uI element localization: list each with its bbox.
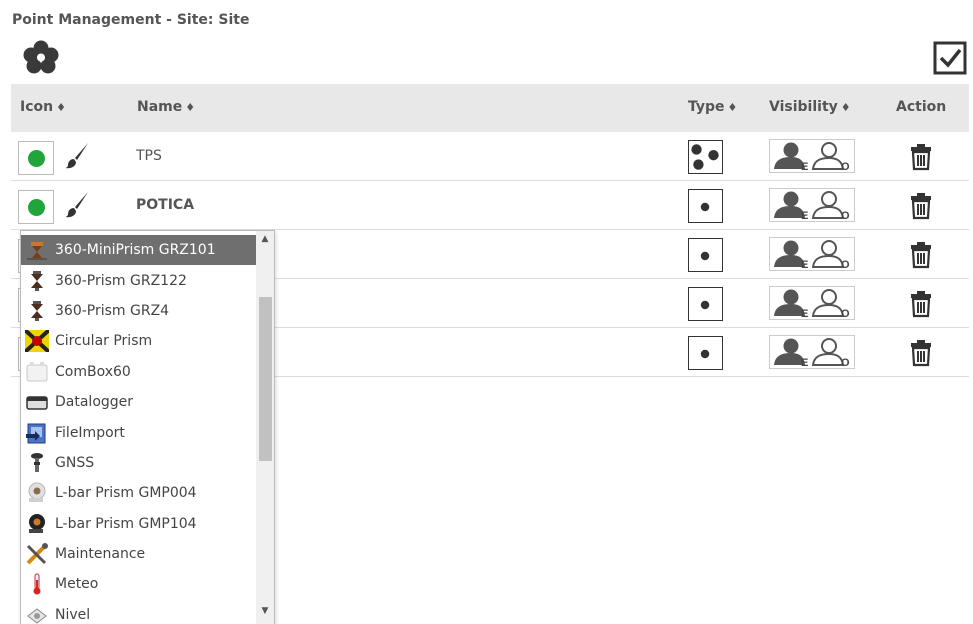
dropdown-item[interactable]: Nivel [21, 600, 257, 624]
circular-prism-icon [23, 328, 51, 354]
scrollbar[interactable]: ▲ ▼ [256, 231, 274, 624]
dropdown-item-label: Nivel [55, 606, 91, 623]
dropdown-item-label: 360-MiniPrism GRZ101 [55, 242, 216, 259]
dropdown-item[interactable]: 360-Prism GRZ4 [21, 296, 257, 326]
nivel-icon [25, 604, 49, 624]
table-row: TPS E O [11, 132, 969, 181]
dropdown-item[interactable]: L-bar Prism GMP004 [21, 478, 257, 508]
svg-text:E: E [801, 210, 808, 222]
svg-text:E: E [801, 308, 808, 320]
brush-icon[interactable] [64, 190, 90, 218]
mini-prism-icon [25, 239, 49, 261]
brush-icon[interactable] [64, 141, 90, 169]
scroll-up-arrow-icon[interactable]: ▲ [256, 231, 274, 247]
dropdown-item[interactable]: GNSS [21, 448, 257, 478]
multi-dot-icon[interactable] [688, 140, 723, 174]
dropdown-item[interactable]: Meteo [21, 569, 257, 599]
header-icon[interactable]: Icon ♦ [20, 99, 66, 115]
svg-text:O: O [841, 357, 850, 369]
point-name: TPS [136, 148, 162, 164]
dropdown-item[interactable]: Circular Prism [21, 326, 257, 356]
l-bar-prism-dark-icon [25, 513, 49, 535]
dropdown-item[interactable]: L-bar Prism GMP104 [21, 509, 257, 539]
single-dot-icon[interactable] [688, 238, 723, 272]
status-dot-icon [27, 149, 45, 167]
dropdown-item-label: 360-Prism GRZ4 [55, 302, 170, 319]
visibility-toggle[interactable]: EO [769, 237, 855, 271]
header-visibility[interactable]: Visibility ♦ [769, 99, 851, 115]
svg-text:O: O [841, 161, 850, 173]
dropdown-item[interactable]: Datalogger [21, 387, 257, 417]
dropdown-item[interactable]: 360-MiniPrism GRZ101 [21, 235, 257, 266]
single-dot-icon[interactable] [688, 189, 723, 223]
point-icon-button[interactable] [18, 190, 54, 224]
trash-icon[interactable] [910, 143, 932, 171]
datalogger-icon [25, 391, 49, 413]
visibility-toggle[interactable]: EO [769, 188, 855, 222]
visibility-toggle[interactable]: EO [769, 139, 855, 173]
dropdown-item-label: Maintenance [55, 546, 146, 563]
dropdown-item[interactable]: Maintenance [21, 539, 257, 569]
visibility-toggle[interactable]: EO [769, 286, 855, 320]
thermometer-icon [25, 573, 49, 595]
gnss-icon [25, 452, 49, 474]
dropdown-item-label: Meteo [55, 576, 99, 593]
visibility-users-icon[interactable]: EO [769, 139, 855, 173]
page-title: Point Management - Site: Site [12, 12, 250, 28]
trash-icon[interactable] [910, 241, 932, 269]
svg-text:E: E [801, 259, 808, 271]
visibility-users-icon[interactable]: EO [769, 188, 855, 222]
table-header: Icon ♦ Name ♦ Type ♦ Visibility ♦ Action [11, 84, 969, 132]
visibility-users-icon[interactable]: EO [769, 335, 855, 369]
prism-icon [25, 270, 49, 292]
sort-icon: ♦ [727, 100, 738, 114]
trash-icon[interactable] [910, 290, 932, 318]
single-dot-icon[interactable] [688, 287, 723, 321]
dropdown-item-label: ComBox60 [55, 363, 131, 380]
dropdown-item-label: GNSS [55, 454, 95, 471]
header-type[interactable]: Type ♦ [688, 99, 737, 115]
single-dot-icon[interactable] [688, 336, 723, 370]
dropdown-item[interactable]: ComBox60 [21, 357, 257, 387]
status-dot-icon [27, 198, 45, 216]
maintenance-icon [25, 543, 49, 565]
visibility-users-icon[interactable]: EO [769, 237, 855, 271]
table-row: POTICA E O [11, 181, 969, 230]
dropdown-item-label: 360-Prism GRZ122 [55, 272, 187, 289]
dropdown-item-label: L-bar Prism GMP004 [55, 485, 197, 502]
icon-dropdown-list[interactable]: 360-MiniPrism GRZ101 360-Prism GRZ122 360-… [20, 230, 275, 624]
prism-icon [25, 300, 49, 322]
dropdown-item[interactable]: FileImport [21, 417, 257, 447]
confirm-checkbox-icon[interactable] [932, 40, 968, 76]
dropdown-item-label: Datalogger [55, 394, 134, 411]
svg-text:E: E [801, 357, 808, 369]
dropdown-item-label: FileImport [55, 424, 125, 441]
sort-icon: ♦ [840, 100, 851, 114]
file-import-icon [25, 422, 49, 444]
scroll-down-arrow-icon[interactable]: ▼ [256, 603, 274, 619]
point-name: POTICA [136, 197, 195, 213]
sort-icon: ♦ [56, 100, 66, 114]
svg-text:E: E [801, 161, 808, 173]
trash-icon[interactable] [910, 339, 932, 367]
header-name[interactable]: Name ♦ [137, 99, 195, 115]
sort-icon: ♦ [185, 100, 196, 114]
l-bar-prism-icon [25, 482, 49, 504]
point-icon-button[interactable] [18, 141, 54, 175]
scrollbar-thumb[interactable] [259, 297, 272, 461]
svg-text:O: O [841, 210, 850, 222]
svg-text:O: O [841, 308, 850, 320]
dropdown-item-label: L-bar Prism GMP104 [55, 515, 197, 532]
flower-icon[interactable] [22, 40, 60, 74]
header-action: Action [896, 99, 947, 115]
dropdown-item[interactable]: 360-Prism GRZ122 [21, 265, 257, 295]
trash-icon[interactable] [910, 192, 932, 220]
combox-icon [25, 361, 49, 383]
visibility-users-icon[interactable]: EO [769, 286, 855, 320]
visibility-toggle[interactable]: EO [769, 335, 855, 369]
svg-text:O: O [841, 259, 850, 271]
dropdown-item-label: Circular Prism [55, 333, 153, 350]
